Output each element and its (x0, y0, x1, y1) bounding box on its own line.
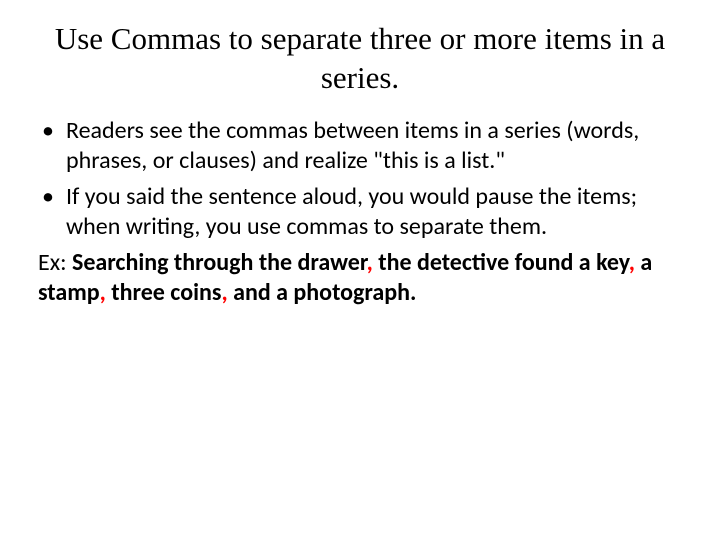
slide-content: Readers see the commas between items in … (38, 116, 682, 308)
list-item: Readers see the commas between items in … (38, 116, 682, 176)
example-fragment: three coins (106, 278, 222, 307)
example-text: Searching through the drawer, the detect… (38, 248, 652, 307)
slide-title: Use Commas to separate three or more ite… (38, 20, 682, 98)
example-fragment: and a photograph. (228, 278, 417, 307)
list-item: If you said the sentence aloud, you woul… (38, 182, 682, 242)
example-fragment: Searching through the drawer (72, 248, 367, 277)
example-fragment: the detective found a key (373, 248, 629, 277)
example-line: Ex: Searching through the drawer, the de… (38, 248, 682, 308)
bullet-list: Readers see the commas between items in … (38, 116, 682, 242)
example-label: Ex: (38, 248, 72, 277)
